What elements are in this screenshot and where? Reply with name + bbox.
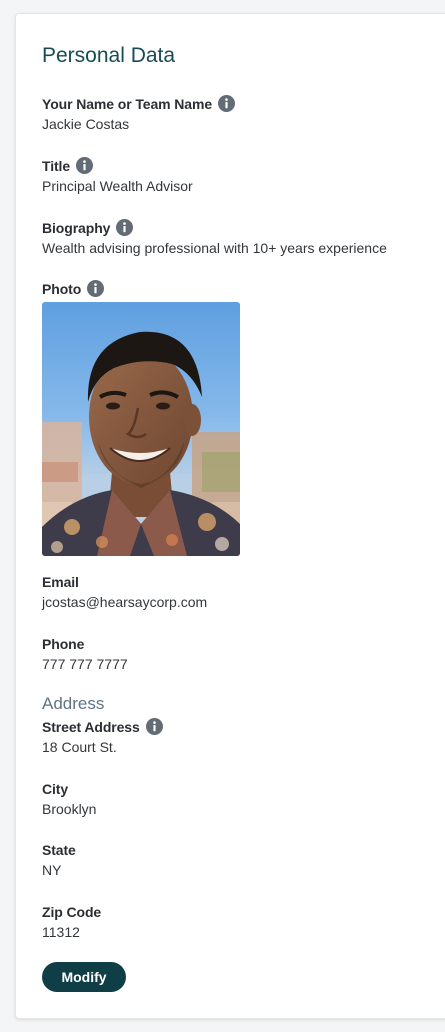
email-value: jcostas@hearsaycorp.com — [42, 594, 208, 610]
email-label: Email — [42, 573, 79, 590]
info-icon[interactable] — [87, 280, 105, 297]
profile-photo — [42, 302, 240, 556]
personal-data-card: Personal Data Your Name or Team Name Jac… — [15, 13, 445, 1019]
city-label: City — [42, 780, 69, 797]
phone-field: Phone 777 777 7777 — [42, 634, 445, 673]
email-field: Email jcostas@hearsaycorp.com — [42, 572, 445, 611]
state-value: NY — [42, 862, 62, 878]
photo-field: Photo — [42, 279, 445, 556]
photo-label: Photo — [42, 280, 82, 297]
city-field: City Brooklyn — [42, 779, 445, 818]
zip-code-value: 11312 — [42, 924, 80, 940]
state-label: State — [42, 841, 76, 858]
title-value: Principal Wealth Advisor — [42, 178, 193, 194]
info-icon[interactable] — [116, 219, 134, 236]
street-address-field: Street Address 18 Court St. — [42, 717, 445, 755]
info-icon[interactable] — [76, 157, 94, 174]
name-field: Your Name or Team Name Jackie Costas — [42, 94, 445, 132]
name-label: Your Name or Team Name — [42, 95, 213, 112]
biography-field: Biography Wealth advising professional w… — [42, 218, 445, 256]
street-address-value: 18 Court St. — [42, 739, 117, 755]
city-value: Brooklyn — [42, 801, 97, 817]
info-icon[interactable] — [145, 718, 163, 735]
phone-label: Phone — [42, 635, 85, 652]
biography-label: Biography — [42, 219, 111, 236]
title-field: Title Principal Wealth Advisor — [42, 156, 445, 194]
state-field: State NY — [42, 840, 445, 879]
biography-value: Wealth advising professional with 10+ ye… — [42, 240, 387, 256]
address-section-title: Address — [42, 694, 105, 713]
info-icon[interactable] — [218, 95, 236, 112]
phone-value: 777 777 7777 — [42, 656, 128, 672]
name-value: Jackie Costas — [42, 116, 130, 132]
zip-code-field: Zip Code 11312 — [42, 902, 445, 941]
title-label: Title — [42, 157, 71, 174]
modify-button[interactable]: Modify — [42, 962, 126, 992]
street-address-label: Street Address — [42, 718, 140, 735]
zip-code-label: Zip Code — [42, 903, 102, 920]
card-title: Personal Data — [42, 44, 176, 67]
